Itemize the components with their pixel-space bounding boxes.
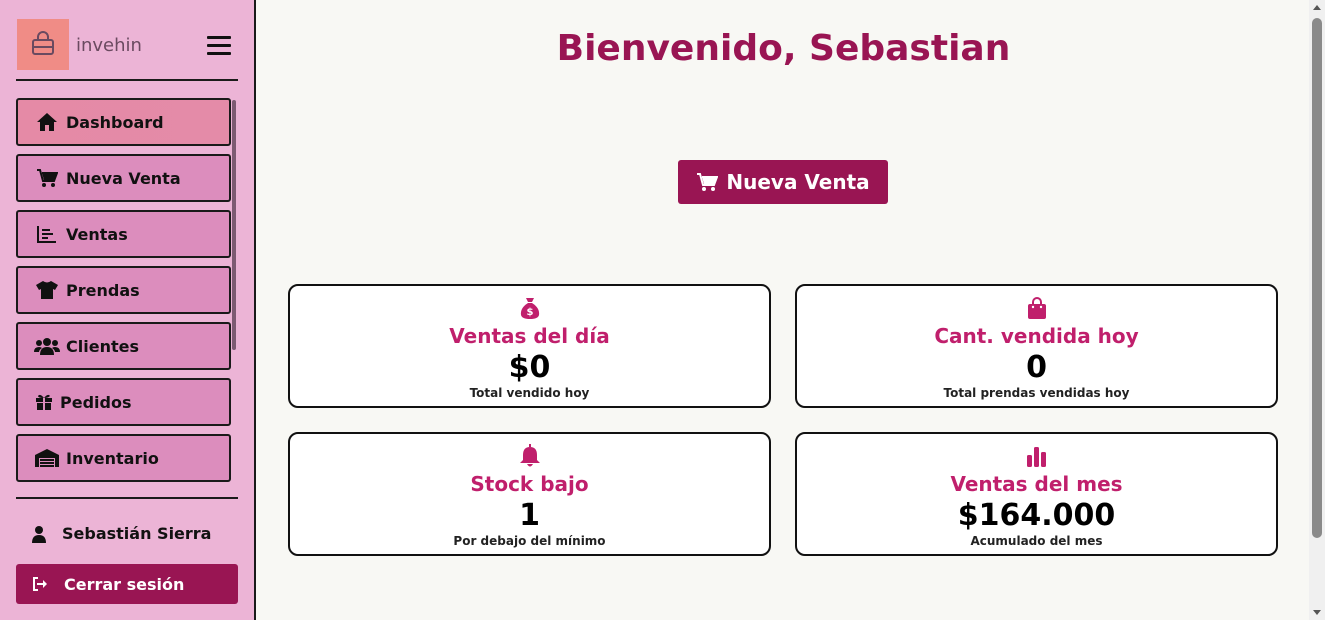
card-value: 0 xyxy=(1026,350,1047,385)
sidebar-scrollbar[interactable] xyxy=(232,100,236,350)
bell-icon xyxy=(290,444,769,468)
stat-card-ventas-mes: Ventas del mes $164.000 Acumulado del me… xyxy=(795,432,1278,556)
card-subtitle: Total vendido hoy xyxy=(469,386,590,400)
bag-logo-icon xyxy=(32,30,54,55)
menu-toggle-icon[interactable] xyxy=(207,36,231,58)
sidebar-item-dashboard[interactable]: Dashboard xyxy=(16,98,231,146)
bar-chart-icon xyxy=(797,444,1276,468)
home-icon xyxy=(34,111,60,133)
sidebar-item-ventas[interactable]: Ventas xyxy=(16,210,231,258)
cart-icon xyxy=(34,167,60,189)
sidebar-item-prendas[interactable]: Prendas xyxy=(16,266,231,314)
sidebar-item-pedidos[interactable]: Pedidos xyxy=(16,378,231,426)
chart-icon xyxy=(34,223,60,245)
brand-name: invehin xyxy=(76,35,142,56)
logout-button[interactable]: Cerrar sesión xyxy=(16,564,238,604)
warehouse-icon xyxy=(34,447,60,469)
main-content: Bienvenido, Sebastian Nueva Venta $ Vent… xyxy=(258,0,1309,620)
stat-card-cantidad-hoy: Cant. vendida hoy 0 Total prendas vendid… xyxy=(795,284,1278,408)
sidebar-item-label: Clientes xyxy=(66,336,139,356)
user-profile[interactable]: Sebastián Sierra xyxy=(30,524,211,543)
gift-icon xyxy=(34,391,54,413)
sidebar-item-label: Inventario xyxy=(66,448,159,468)
card-label: Ventas del día xyxy=(449,324,610,348)
scroll-down-icon[interactable] xyxy=(1313,610,1321,615)
scrollbar-thumb[interactable] xyxy=(1312,18,1322,538)
shopping-bag-icon xyxy=(797,296,1276,320)
page-title: Bienvenido, Sebastian xyxy=(556,28,1011,69)
divider xyxy=(16,79,238,81)
logout-icon xyxy=(32,576,48,592)
sidebar-item-label: Dashboard xyxy=(66,112,164,132)
new-sale-button[interactable]: Nueva Venta xyxy=(678,160,888,204)
users-icon xyxy=(34,335,60,357)
card-label: Ventas del mes xyxy=(950,472,1123,496)
stat-card-ventas-dia: $ Ventas del día $0 Total vendido hoy xyxy=(288,284,771,408)
sidebar-item-label: Prendas xyxy=(66,280,140,300)
card-subtitle: Acumulado del mes xyxy=(970,534,1103,548)
scroll-up-icon[interactable] xyxy=(1313,5,1321,10)
divider xyxy=(16,497,238,499)
page-scrollbar[interactable] xyxy=(1309,0,1325,620)
card-value: $0 xyxy=(508,350,551,385)
svg-text:$: $ xyxy=(526,307,533,318)
card-subtitle: Total prendas vendidas hoy xyxy=(943,386,1130,400)
money-bag-icon: $ xyxy=(290,296,769,320)
cart-icon xyxy=(696,172,719,192)
card-value: $164.000 xyxy=(957,498,1116,533)
shirt-icon xyxy=(34,279,60,301)
sidebar: invehin Dashboard Nueva Venta Ventas Pre… xyxy=(0,0,256,620)
card-label: Stock bajo xyxy=(470,472,589,496)
card-subtitle: Por debajo del mínimo xyxy=(453,534,606,548)
sidebar-nav: Dashboard Nueva Venta Ventas Prendas Cli… xyxy=(16,98,231,484)
sidebar-item-clientes[interactable]: Clientes xyxy=(16,322,231,370)
user-name: Sebastián Sierra xyxy=(62,524,212,543)
sidebar-item-inventario[interactable]: Inventario xyxy=(16,434,231,482)
card-value: 1 xyxy=(519,498,540,533)
sidebar-item-label: Pedidos xyxy=(60,392,132,412)
logo[interactable] xyxy=(17,19,69,70)
logout-label: Cerrar sesión xyxy=(64,574,185,594)
sidebar-item-nueva-venta[interactable]: Nueva Venta xyxy=(16,154,231,202)
new-sale-label: Nueva Venta xyxy=(726,170,870,194)
card-label: Cant. vendida hoy xyxy=(934,324,1139,348)
stat-card-stock-bajo: Stock bajo 1 Por debajo del mínimo xyxy=(288,432,771,556)
user-icon xyxy=(30,525,48,543)
sidebar-item-label: Nueva Venta xyxy=(66,168,181,188)
sidebar-item-label: Ventas xyxy=(66,224,128,244)
